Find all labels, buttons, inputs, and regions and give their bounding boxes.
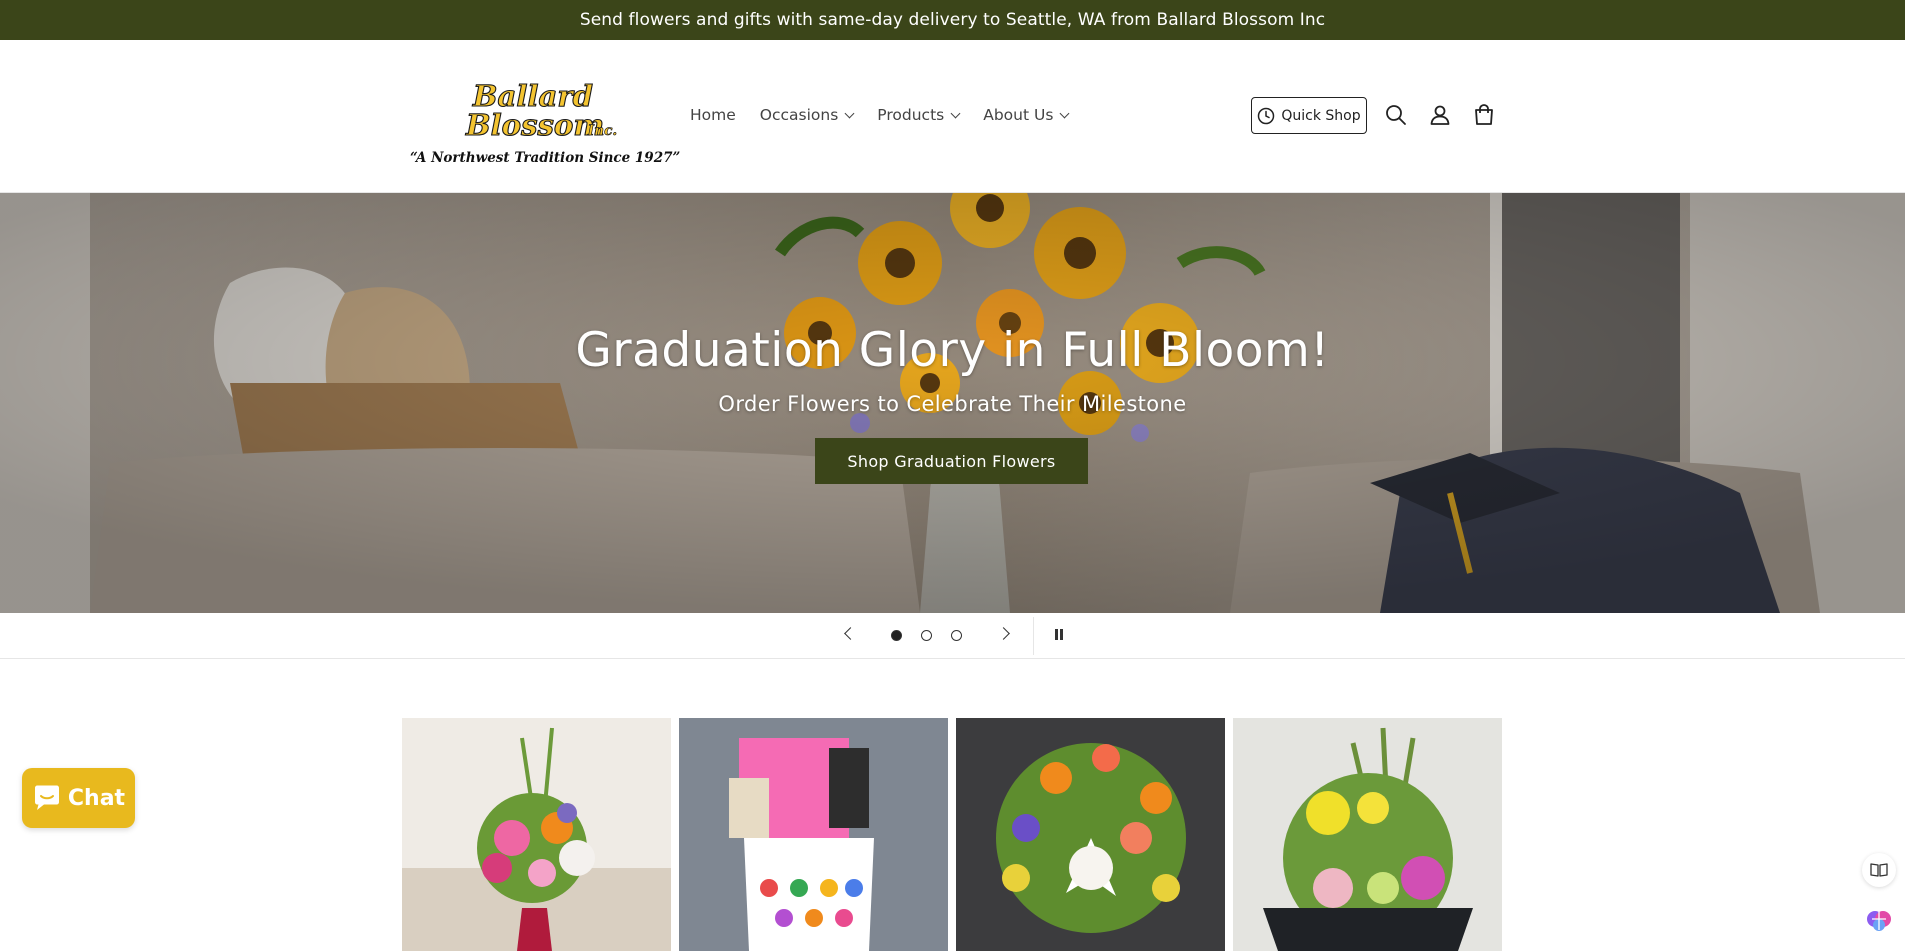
cart-icon[interactable]	[1471, 102, 1497, 128]
main-nav: Home Occasions Products About Us	[690, 106, 1092, 124]
slide-dot-3[interactable]	[951, 630, 962, 641]
slide-dot-2[interactable]	[921, 630, 932, 641]
hero-content: Graduation Glory in Full Bloom! Order Fl…	[0, 193, 1905, 613]
hero-banner: Graduation Glory in Full Bloom! Order Fl…	[0, 193, 1905, 613]
divider	[1033, 617, 1034, 655]
slide-dot-1[interactable]	[891, 630, 902, 641]
site-header: Ballard Blossom Inc. “A Northwest Tradit…	[0, 40, 1905, 193]
chevron-down-icon	[950, 108, 961, 118]
nav-item-occasions[interactable]: Occasions	[759, 106, 855, 124]
product-card[interactable]	[402, 718, 671, 951]
clock-icon	[1258, 107, 1275, 124]
nav-item-label: Home	[690, 106, 736, 124]
hero-subtitle: Order Flowers to Celebrate Their Milesto…	[718, 392, 1187, 416]
chat-button[interactable]: Chat	[22, 768, 135, 828]
product-image	[402, 718, 671, 951]
product-card[interactable]	[679, 718, 948, 951]
product-image	[1233, 718, 1502, 951]
nav-item-label: Occasions	[759, 106, 839, 124]
reader-icon[interactable]	[1862, 853, 1896, 887]
accessibility-brain-icon[interactable]	[1862, 903, 1896, 937]
quick-shop-button[interactable]: Quick Shop	[1251, 97, 1367, 134]
chat-label: Chat	[67, 785, 126, 811]
logo-tagline: “A Northwest Tradition Since 1927”	[410, 150, 681, 166]
nav-item-home[interactable]: Home	[690, 106, 736, 124]
hero-title: Graduation Glory in Full Bloom!	[575, 323, 1330, 378]
shop-graduation-button[interactable]: Shop Graduation Flowers	[815, 438, 1088, 484]
chevron-down-icon	[1059, 108, 1070, 118]
product-image	[956, 718, 1225, 951]
product-image	[679, 718, 948, 951]
quick-shop-label: Quick Shop	[1281, 107, 1361, 124]
nav-item-about-us[interactable]: About Us	[983, 106, 1070, 124]
slider-controls	[0, 613, 1905, 659]
search-icon[interactable]	[1383, 102, 1409, 128]
nav-item-label: Products	[877, 106, 945, 124]
svg-text:Inc.: Inc.	[587, 123, 618, 139]
account-icon[interactable]	[1427, 102, 1453, 128]
previous-slide-icon[interactable]	[844, 627, 857, 640]
announcement-text: Send flowers and gifts with same-day del…	[579, 10, 1326, 30]
logo-script: Ballard Blossom Inc.	[464, 78, 618, 142]
nav-item-products[interactable]: Products	[877, 106, 961, 124]
product-card[interactable]	[1233, 718, 1502, 951]
announcement-bar: Send flowers and gifts with same-day del…	[0, 0, 1905, 40]
chat-icon	[34, 785, 59, 810]
logo[interactable]: Ballard Blossom Inc. “A Northwest Tradit…	[406, 76, 680, 166]
pause-icon[interactable]	[1054, 629, 1064, 641]
svg-text:Blossom: Blossom	[465, 108, 604, 142]
nav-item-label: About Us	[983, 106, 1054, 124]
chevron-down-icon	[844, 108, 855, 118]
next-slide-icon[interactable]	[997, 627, 1010, 640]
product-grid	[402, 718, 1502, 951]
product-card[interactable]	[956, 718, 1225, 951]
